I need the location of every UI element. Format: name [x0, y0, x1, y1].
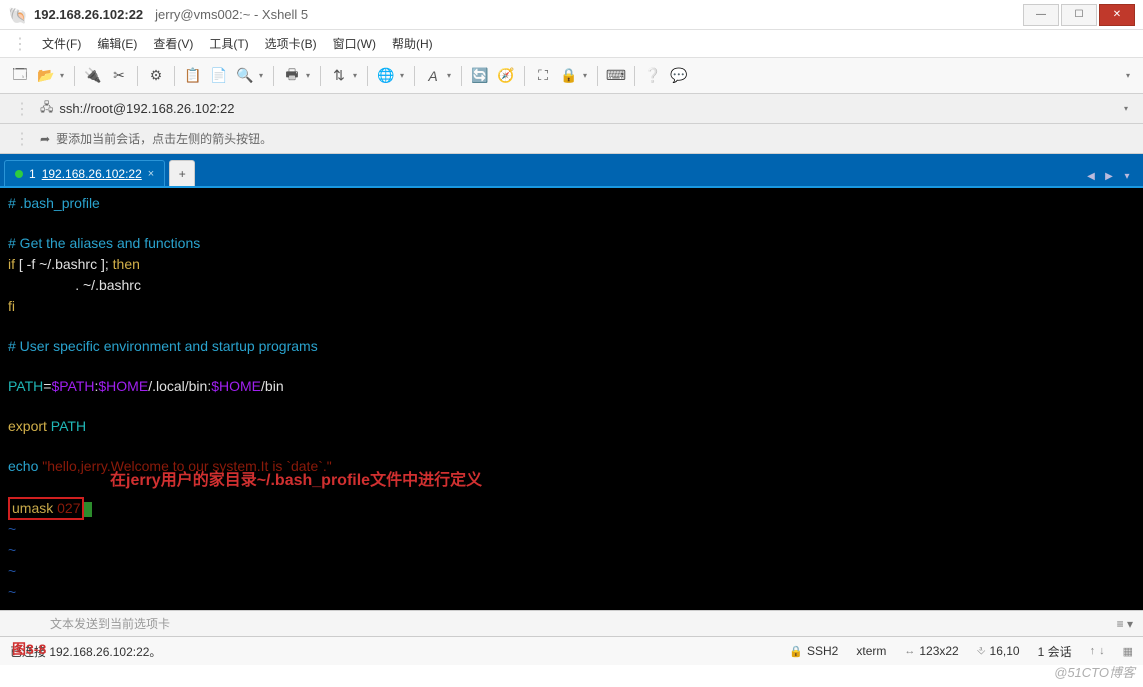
tab-bar: 1 192.168.26.102:22 × + ◀ ▶ ▾: [0, 154, 1143, 186]
tab-prev-icon[interactable]: ◀: [1083, 166, 1099, 186]
separator: [367, 66, 368, 86]
tab-index: 1: [29, 167, 36, 181]
minimize-button[interactable]: —: [1023, 4, 1059, 26]
copy-icon[interactable]: 📋: [181, 64, 205, 88]
arrow-hint-icon[interactable]: ➦: [40, 132, 50, 146]
properties-icon[interactable]: ⚙: [144, 64, 168, 88]
transfer-icon[interactable]: ⇅: [327, 64, 351, 88]
window-controls: — ☐ ✕: [1021, 4, 1135, 26]
menu-bar: ⋮ 文件(F) 编辑(E) 查看(V) 工具(T) 选项卡(B) 窗口(W) 帮…: [0, 30, 1143, 58]
menu-file[interactable]: 文件(F): [36, 31, 87, 56]
separator: [320, 66, 321, 86]
hint-text: 要添加当前会话，点击左侧的箭头按钮。: [56, 130, 272, 147]
status-updown-icon[interactable]: ↑↓: [1090, 645, 1105, 657]
terminal[interactable]: # .bash_profile # Get the aliases and fu…: [0, 186, 1143, 610]
dropdown-icon[interactable]: ▾: [447, 71, 455, 80]
compass-icon[interactable]: 🧭: [494, 64, 518, 88]
chat-icon[interactable]: 💬: [667, 64, 691, 88]
menu-tools[interactable]: 工具(T): [203, 31, 254, 56]
ssh-icon: 🖧: [40, 98, 53, 119]
separator: [137, 66, 138, 86]
dropdown-icon[interactable]: ▾: [583, 71, 591, 80]
new-session-icon[interactable]: 🗔: [8, 64, 32, 88]
globe-icon[interactable]: 🌐: [374, 64, 398, 88]
umask-highlight: umask 027: [8, 497, 84, 520]
menu-help[interactable]: 帮助(H): [386, 31, 439, 56]
title-bar: 🐚 192.168.26.102:22 jerry@vms002:~ - Xsh…: [0, 0, 1143, 30]
tab-nav: ◀ ▶ ▾: [1083, 166, 1139, 186]
menu-edit[interactable]: 编辑(E): [91, 31, 143, 56]
dropdown-icon[interactable]: ▾: [306, 71, 314, 80]
address-text[interactable]: ssh://root@192.168.26.102:22: [59, 101, 234, 116]
open-folder-icon[interactable]: 📂: [34, 64, 58, 88]
terminal-content: # .bash_profile # Get the aliases and fu…: [8, 194, 1135, 610]
lock-icon[interactable]: 🔒: [557, 64, 581, 88]
font-icon[interactable]: A: [421, 64, 445, 88]
separator: [634, 66, 635, 86]
status-bar: 已连接 192.168.26.102:22。 🔒SSH2 xterm ↔123x…: [0, 637, 1143, 665]
tab-next-icon[interactable]: ▶: [1101, 166, 1117, 186]
window-title-main: 192.168.26.102:22: [34, 7, 143, 22]
menu-grip: ⋮: [8, 34, 32, 54]
status-sessions: 1 会话: [1038, 643, 1072, 660]
separator: [524, 66, 525, 86]
reconnect-icon[interactable]: 🔌: [81, 64, 105, 88]
dropdown-icon[interactable]: ▾: [60, 71, 68, 80]
compose-bar[interactable]: 文本发送到当前选项卡 ≡ ▾: [0, 610, 1143, 637]
caret-icon: ⎀: [977, 645, 986, 658]
keyboard-icon[interactable]: ⌨: [604, 64, 628, 88]
grip-icon: ⋮: [10, 99, 34, 119]
toolbar: 🗔 📂▾ 🔌 ✂ ⚙ 📋 📄 🔍▾ 🖶▾ ⇅▾ 🌐▾ A▾ 🔄 🧭 ⛶ 🔒▾ ⌨…: [0, 58, 1143, 94]
close-button[interactable]: ✕: [1099, 4, 1135, 26]
grip-icon: ⋮: [10, 129, 34, 149]
hint-bar: ⋮ ➦ 要添加当前会话，点击左侧的箭头按钮。: [0, 124, 1143, 154]
figure-label: 图3-8: [12, 639, 46, 659]
separator: [597, 66, 598, 86]
dropdown-icon[interactable]: ▾: [259, 71, 267, 80]
tab-close-icon[interactable]: ×: [148, 168, 154, 180]
tab-label: 192.168.26.102:22: [42, 167, 142, 181]
app-icon: 🐚: [8, 6, 26, 24]
dropdown-icon[interactable]: ▾: [400, 71, 408, 80]
help-icon[interactable]: ❔: [641, 64, 665, 88]
separator: [174, 66, 175, 86]
compose-placeholder: 文本发送到当前选项卡: [50, 615, 170, 632]
menu-tabs[interactable]: 选项卡(B): [259, 31, 323, 56]
fullscreen-icon[interactable]: ⛶: [531, 64, 555, 88]
menu-window[interactable]: 窗口(W): [327, 31, 382, 56]
find-icon[interactable]: 🔍: [233, 64, 257, 88]
add-tab-button[interactable]: +: [169, 160, 195, 186]
size-icon: ↔: [904, 645, 915, 657]
overflow-icon[interactable]: ▾: [1121, 64, 1135, 88]
separator: [461, 66, 462, 86]
print-icon[interactable]: 🖶: [280, 64, 304, 88]
tab-list-icon[interactable]: ▾: [1119, 166, 1135, 186]
annotation-text: 在jerry用户的家目录~/.bash_profile文件中进行定义: [110, 471, 482, 490]
session-tab[interactable]: 1 192.168.26.102:22 ×: [4, 160, 165, 186]
compose-menu-icon[interactable]: ≡ ▾: [1117, 617, 1133, 631]
disconnect-icon[interactable]: ✂: [107, 64, 131, 88]
separator: [74, 66, 75, 86]
status-grid-icon[interactable]: ▦: [1123, 645, 1133, 658]
paste-icon[interactable]: 📄: [207, 64, 231, 88]
status-size: ↔123x22: [904, 644, 958, 658]
overflow-icon[interactable]: ▾: [1119, 97, 1133, 121]
cursor: [84, 502, 92, 517]
lock-icon: 🔒: [789, 645, 803, 658]
status-termtype: xterm: [856, 644, 886, 658]
window-title-sub: jerry@vms002:~ - Xshell 5: [155, 7, 308, 22]
refresh-icon[interactable]: 🔄: [468, 64, 492, 88]
watermark: @51CTO博客: [1054, 662, 1135, 681]
dropdown-icon[interactable]: ▾: [353, 71, 361, 80]
maximize-button[interactable]: ☐: [1061, 4, 1097, 26]
separator: [273, 66, 274, 86]
status-dot-icon: [15, 170, 23, 178]
menu-view[interactable]: 查看(V): [147, 31, 199, 56]
status-proto: 🔒SSH2: [789, 644, 838, 658]
separator: [414, 66, 415, 86]
address-bar: ⋮ 🖧 ssh://root@192.168.26.102:22 ▾: [0, 94, 1143, 124]
status-cursor: ⎀16,10: [977, 644, 1020, 658]
